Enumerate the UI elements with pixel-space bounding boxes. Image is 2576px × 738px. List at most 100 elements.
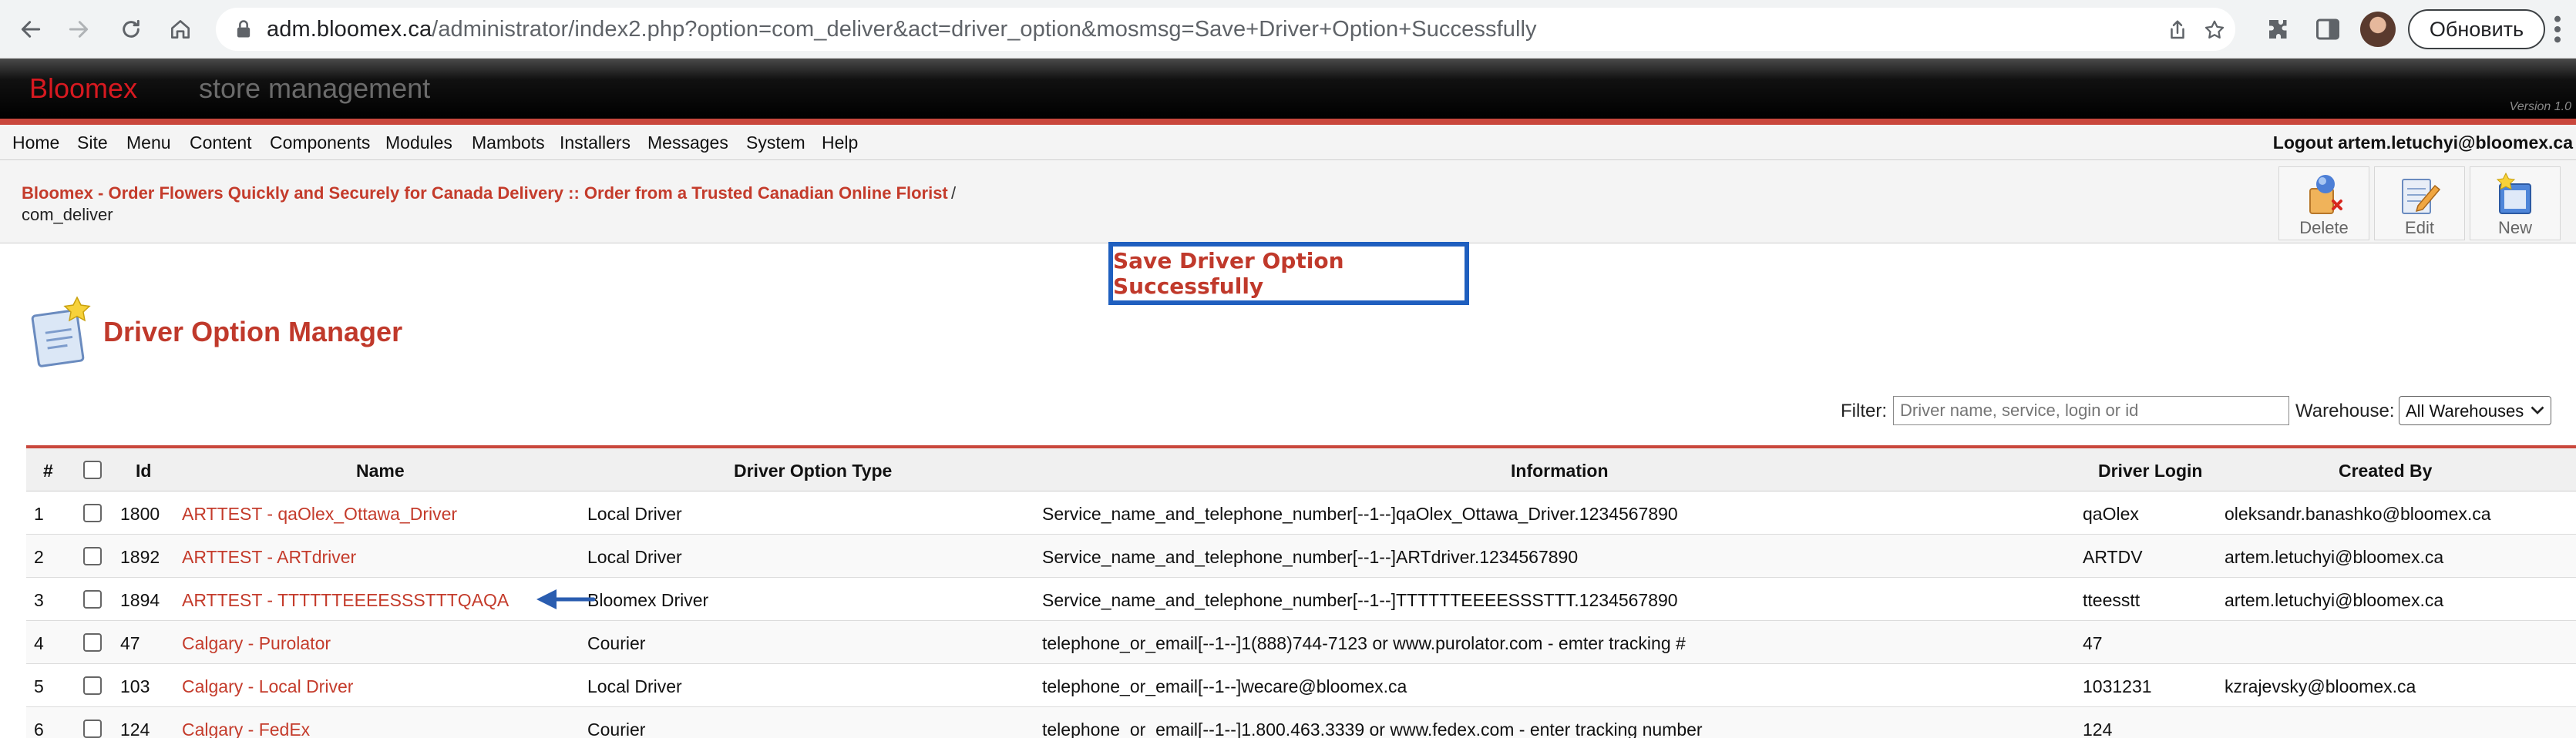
header-driver-option-type: Driver Option Type (734, 461, 893, 481)
bookmark-star-icon[interactable] (2203, 18, 2226, 42)
new-label: New (2497, 218, 2532, 237)
more-menu-icon[interactable] (2553, 14, 2562, 45)
row-id: 1894 (120, 590, 160, 610)
menu-item-menu[interactable]: Menu (126, 133, 171, 153)
row-checkbox[interactable] (83, 720, 102, 738)
side-panel-icon[interactable] (2314, 15, 2342, 43)
chevron-down-icon (2531, 406, 2544, 414)
header-num: # (43, 461, 53, 481)
row-num: 4 (34, 633, 44, 653)
admin-menu-bar: Home Site Menu Content Components Module… (0, 125, 2576, 160)
filter-label: Filter: (1841, 401, 1887, 421)
row-checkbox[interactable] (83, 676, 102, 695)
row-name-link[interactable]: Calgary - Local Driver (182, 676, 353, 697)
header-information: Information (1511, 461, 1609, 481)
row-info: telephone_or_email[--1--]1(888)744-7123 … (1042, 633, 1686, 653)
edit-icon (2402, 179, 2441, 214)
row-info: Service_name_and_telephone_number[--1--]… (1042, 504, 1678, 524)
profile-avatar[interactable] (2360, 12, 2396, 47)
row-num: 2 (34, 547, 44, 567)
back-button[interactable] (12, 11, 49, 48)
reload-icon (123, 19, 140, 38)
row-name-link[interactable]: ARTTEST - ARTdriver (182, 547, 356, 568)
menu-item-help[interactable]: Help (822, 133, 858, 153)
home-icon (171, 20, 190, 39)
row-info: Service_name_and_telephone_number[--1--]… (1042, 547, 1579, 567)
menu-item-modules[interactable]: Modules (385, 133, 452, 153)
page-title: Driver Option Manager (103, 316, 403, 347)
menu-item-site[interactable]: Site (77, 133, 108, 153)
row-name-link[interactable]: Calgary - FedEx (182, 720, 310, 738)
row-num: 3 (34, 590, 44, 610)
delete-button[interactable]: Delete (2278, 166, 2369, 240)
brand-name: Bloomex (29, 72, 138, 104)
lock-icon (237, 20, 251, 38)
menu-item-system[interactable]: System (746, 133, 805, 153)
row-checkbox[interactable] (83, 590, 102, 609)
row-created-by: artem.letuchyi@bloomex.ca (2225, 547, 2444, 567)
row-login: ARTDV (2083, 547, 2143, 567)
url-path: /administrator/index2.php?option=com_del… (432, 16, 1537, 42)
header-id: Id (136, 461, 152, 481)
new-icon (2496, 172, 2531, 214)
breadcrumb-site-link[interactable]: Bloomex - Order Flowers Quickly and Secu… (22, 183, 948, 203)
menu-item-installers[interactable]: Installers (560, 133, 631, 153)
row-type: Bloomex Driver (587, 590, 709, 610)
row-num: 1 (34, 504, 44, 524)
table-row: 3 1894 ARTTEST - TTTTTTEEEESSSTTTQAQA Bl… (26, 578, 2576, 621)
row-checkbox[interactable] (83, 547, 102, 565)
menu-item-components[interactable]: Components (270, 133, 370, 153)
menu-item-messages[interactable]: Messages (647, 133, 728, 153)
row-type: Courier (587, 633, 646, 653)
row-type: Local Driver (587, 676, 682, 696)
update-button[interactable]: Обновить (2408, 9, 2545, 49)
row-login: qaOlex (2083, 504, 2139, 524)
row-login: tteesstt (2083, 590, 2141, 610)
left-arrow-annotation-icon (536, 589, 595, 609)
row-id: 47 (120, 633, 140, 653)
row-name-link[interactable]: Calgary - Purolator (182, 633, 331, 654)
row-checkbox[interactable] (83, 504, 102, 522)
header-created-by: Created By (2339, 461, 2433, 481)
edit-label: Edit (2405, 218, 2434, 237)
extensions-puzzle-icon[interactable] (2265, 15, 2292, 43)
url-host: adm.bloomex.ca (267, 16, 432, 42)
header-name[interactable]: Name (356, 461, 405, 481)
select-all-checkbox[interactable] (83, 461, 102, 479)
row-created-by: artem.letuchyi@bloomex.ca (2225, 590, 2444, 610)
home-button[interactable] (162, 11, 199, 48)
row-type: Courier (587, 720, 646, 738)
row-checkbox[interactable] (83, 633, 102, 652)
pathway-bar: Bloomex - Order Flowers Quickly and Secu… (0, 160, 2576, 243)
row-created-by: kzrajevsky@bloomex.ca (2225, 676, 2416, 696)
row-created-by: oleksandr.banashko@bloomex.ca (2225, 504, 2491, 524)
filter-input[interactable] (1893, 396, 2289, 425)
menu-item-mambots[interactable]: Mambots (472, 133, 545, 153)
row-id: 124 (120, 720, 150, 738)
logout-link[interactable]: Logout artem.letuchyi@bloomex.ca (2273, 133, 2573, 153)
menu-item-home[interactable]: Home (12, 133, 59, 153)
warehouse-select[interactable]: All Warehouses (2399, 396, 2551, 425)
forward-button[interactable] (60, 11, 97, 48)
row-name-link[interactable]: ARTTEST - TTTTTTEEEESSSTTTQAQA (182, 590, 509, 611)
reload-button[interactable] (113, 11, 150, 48)
delete-icon (2309, 175, 2342, 214)
delete-label: Delete (2299, 218, 2349, 237)
share-icon[interactable] (2166, 18, 2189, 42)
row-type: Local Driver (587, 547, 682, 567)
row-name-link[interactable]: ARTTEST - qaOlex_Ottawa_Driver (182, 504, 457, 525)
row-type: Local Driver (587, 504, 682, 524)
address-bar[interactable]: adm.bloomex.ca/administrator/index2.php?… (216, 8, 2235, 51)
row-login: 47 (2083, 633, 2103, 653)
menu-item-content[interactable]: Content (190, 133, 252, 153)
table-row: 5 103 Calgary - Local Driver Local Drive… (26, 664, 2576, 707)
breadcrumb-separator: / (951, 183, 957, 203)
row-login: 1031231 (2083, 676, 2152, 696)
url-text: adm.bloomex.ca/administrator/index2.php?… (267, 17, 1537, 42)
row-id: 1800 (120, 504, 160, 524)
new-button[interactable]: New (2470, 166, 2561, 240)
browser-toolbar: adm.bloomex.ca/administrator/index2.php?… (0, 0, 2576, 59)
table-row: 4 47 Calgary - Purolator Courier telepho… (26, 621, 2576, 664)
edit-button[interactable]: Edit (2374, 166, 2465, 240)
row-num: 6 (34, 720, 44, 738)
